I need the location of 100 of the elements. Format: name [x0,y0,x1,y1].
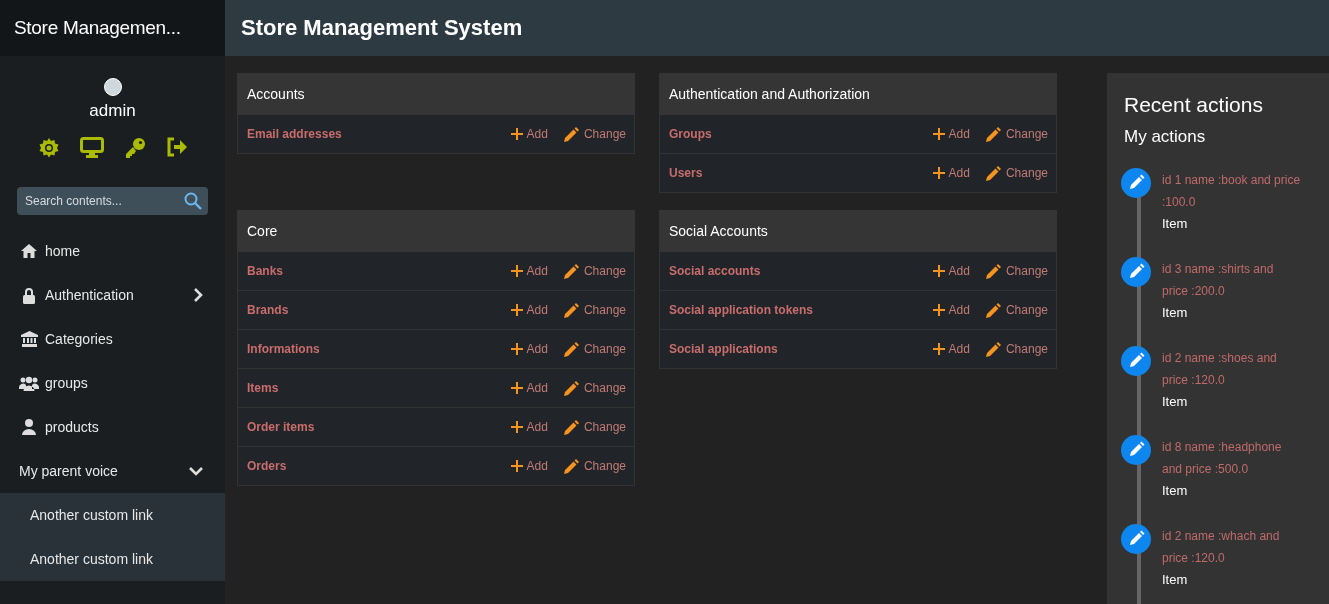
change-link[interactable]: Change [563,126,626,142]
change-link[interactable]: Change [985,165,1048,181]
pencil-icon [563,458,579,474]
monitor-icon[interactable] [79,137,104,158]
action-description[interactable]: id 2 name :shoes and price :120.0 [1162,347,1302,391]
module-header: Social Accounts [659,210,1057,252]
action-description[interactable]: id 3 name :shirts and price :200.0 [1162,258,1302,302]
lock-icon [22,286,36,304]
logout-icon[interactable] [165,137,188,157]
sidebar-item[interactable]: groups [0,361,225,405]
search-icon[interactable] [184,192,202,210]
action-type: Item [1162,571,1189,589]
model-link[interactable]: Social applications [669,342,778,356]
change-link[interactable]: Change [563,380,626,396]
add-link[interactable]: Add [510,342,548,356]
plus-icon [932,265,945,277]
change-link[interactable]: Change [563,458,626,474]
add-link[interactable]: Add [932,264,970,278]
pencil-icon [563,263,579,279]
pencil-icon [563,341,579,357]
add-link[interactable]: Add [932,303,970,317]
pencil-icon [563,380,579,396]
change-link[interactable]: Change [985,341,1048,357]
pencil-icon [563,126,579,142]
change-link[interactable]: Change [563,302,626,318]
action-description[interactable]: id 8 name :headphone and price :500.0 [1162,436,1302,480]
model-link[interactable]: Banks [247,264,284,278]
action-type: Item [1162,304,1189,322]
add-link[interactable]: Add [932,166,970,180]
plus-icon [510,421,523,433]
plus-icon [932,128,945,140]
search-field[interactable]: Search contents... [17,187,208,215]
sidebar-item[interactable]: My parent voice [0,449,225,493]
plus-icon [510,265,523,277]
edit-icon [1121,346,1151,376]
model-link[interactable]: Orders [247,459,287,473]
sidebar-subitem[interactable]: Another custom link [0,493,225,537]
home-icon [20,243,38,259]
module-header: Accounts [237,73,635,115]
plus-icon [932,304,945,316]
pencil-icon [985,165,1001,181]
action-type: Item [1162,482,1189,500]
change-link[interactable]: Change [563,263,626,279]
action-description[interactable]: id 1 name :book and price :100.0 [1162,169,1302,213]
module-header: Authentication and Authorization [659,73,1057,115]
edit-icon [1121,257,1151,287]
plus-icon [510,304,523,316]
key-icon[interactable] [123,137,146,159]
pencil-icon [985,341,1001,357]
chevron-right-icon [194,288,203,302]
change-link[interactable]: Change [985,263,1048,279]
change-link[interactable]: Change [563,341,626,357]
action-type: Item [1162,215,1189,233]
change-link[interactable]: Change [563,419,626,435]
panel-title: Recent actions [1124,93,1264,117]
model-link[interactable]: Informations [247,342,320,356]
avatar [103,78,122,96]
add-link[interactable]: Add [932,342,970,356]
plus-icon [510,460,523,472]
pencil-icon [985,126,1001,142]
add-link[interactable]: Add [510,127,548,141]
plus-icon [932,167,945,179]
plus-icon [510,343,523,355]
add-link[interactable]: Add [510,303,548,317]
model-link[interactable]: Items [247,381,279,395]
sidebar-item[interactable]: products [0,405,225,449]
model-link[interactable]: Social accounts [669,264,761,278]
chevron-down-icon [189,466,203,476]
gear-icon[interactable] [37,137,60,159]
sidebar-item[interactable]: Categories [0,317,225,361]
edit-icon [1121,435,1151,465]
edit-icon [1121,168,1151,198]
pencil-icon [563,419,579,435]
user-icon [22,419,36,435]
model-link[interactable]: Users [669,166,703,180]
add-link[interactable]: Add [510,420,548,434]
sidebar-subitem[interactable]: Another custom link [0,537,225,581]
add-link[interactable]: Add [932,127,970,141]
add-link[interactable]: Add [510,381,548,395]
model-link[interactable]: Social application tokens [669,303,814,317]
plus-icon [932,343,945,355]
sidebar-item[interactable]: Authentication [0,273,225,317]
pencil-icon [563,302,579,318]
model-link[interactable]: Groups [669,127,712,141]
plus-icon [510,382,523,394]
sidebar-item[interactable]: home [0,229,225,273]
change-link[interactable]: Change [985,126,1048,142]
add-link[interactable]: Add [510,264,548,278]
bank-icon [20,331,38,347]
panel-subtitle: My actions [1124,127,1207,147]
action-description[interactable]: id 2 name :whach and price :120.0 [1162,525,1302,569]
add-link[interactable]: Add [510,459,548,473]
edit-icon [1121,524,1151,554]
model-link[interactable]: Order items [247,420,315,434]
model-link[interactable]: Email addresses [247,127,342,141]
users-icon [19,375,39,391]
change-link[interactable]: Change [985,302,1048,318]
page-title: Store Management System [241,15,523,41]
action-type: Item [1162,393,1189,411]
model-link[interactable]: Brands [247,303,289,317]
